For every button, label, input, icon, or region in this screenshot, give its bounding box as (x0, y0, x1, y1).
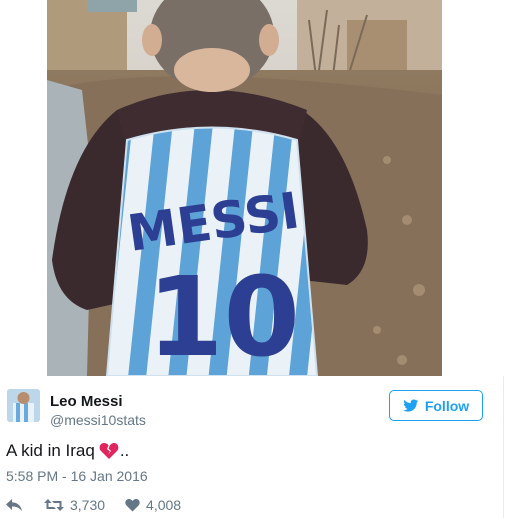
tweet-actions: 3,730 4,008 (6, 495, 201, 515)
broken-heart-icon (99, 442, 119, 459)
retweet-icon (44, 499, 64, 511)
retweet-count: 3,730 (70, 497, 106, 513)
user-handle[interactable]: @messi10stats (50, 412, 146, 428)
tweet-photo[interactable]: MESSI 10 (47, 0, 442, 376)
jersey-number-text: 10 (147, 253, 300, 376)
twitter-bird-icon (403, 398, 419, 412)
reply-icon (6, 499, 22, 511)
like-button[interactable]: 4,008 (125, 497, 181, 513)
tweet-text-suffix: .. (119, 441, 130, 460)
retweet-button[interactable]: 3,730 (44, 497, 105, 513)
kid-in-jersey-image: MESSI 10 (47, 0, 442, 376)
avatar[interactable] (7, 389, 40, 422)
user-name[interactable]: Leo Messi (50, 393, 123, 410)
tweet-text-body: A kid in Iraq (6, 441, 95, 460)
follow-label: Follow (424, 397, 470, 414)
reply-button[interactable] (6, 498, 22, 512)
tweet-card: Leo Messi @messi10stats Follow A kid in … (0, 376, 504, 518)
tweet-embed: MESSI 10 Leo Messi @messi10stats Follow … (0, 0, 512, 518)
tweet-timestamp[interactable]: 5:58 PM - 16 Jan 2016 (6, 468, 148, 484)
tweet-media: MESSI 10 (0, 0, 512, 376)
follow-button[interactable]: Follow (389, 390, 483, 421)
like-count: 4,008 (146, 497, 182, 513)
tweet-text: A kid in Iraq .. (6, 441, 129, 461)
heart-icon (125, 498, 140, 512)
